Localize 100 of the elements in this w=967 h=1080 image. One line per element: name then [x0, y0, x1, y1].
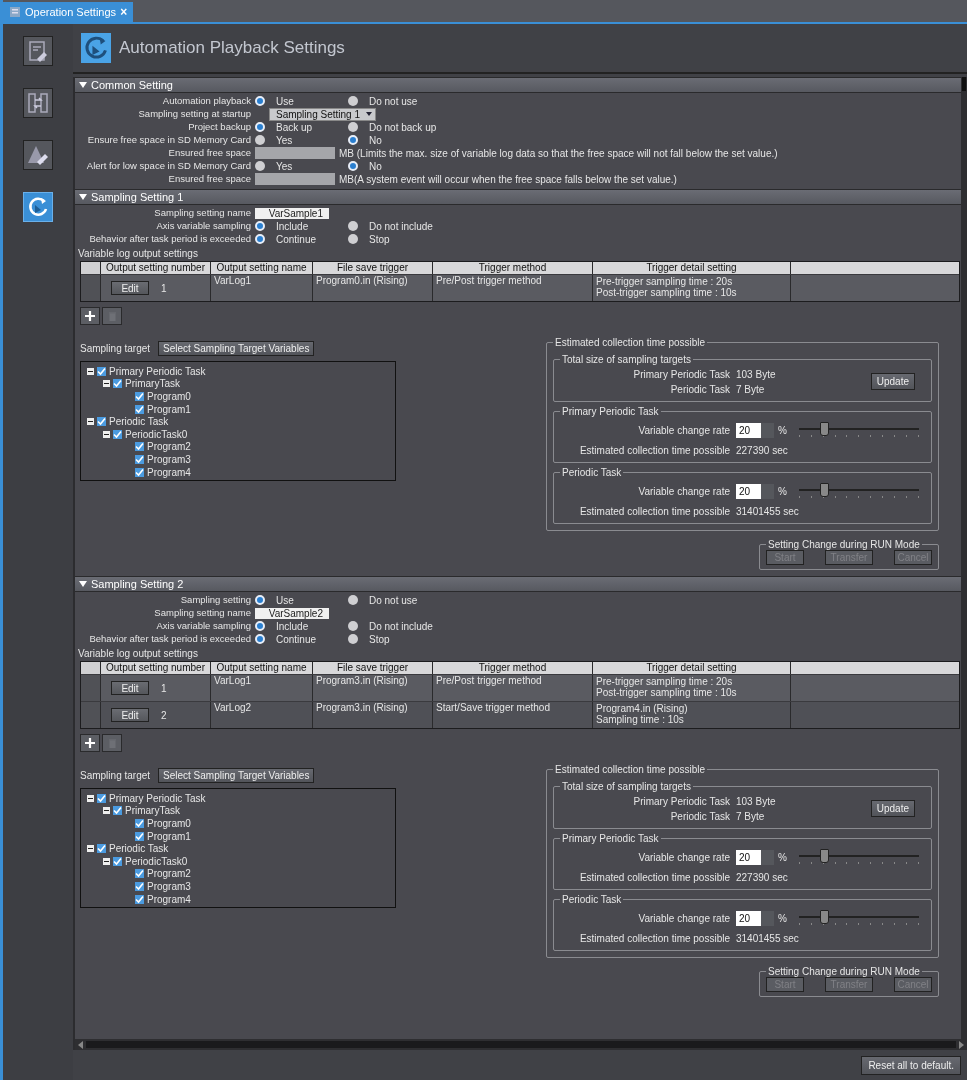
- collapse-icon[interactable]: [103, 807, 110, 815]
- update-button[interactable]: Update: [870, 799, 915, 817]
- edit-button[interactable]: Edit: [111, 681, 149, 695]
- vertical-scrollbar[interactable]: [961, 77, 967, 1039]
- radio-icon[interactable]: [348, 234, 358, 244]
- collapse-icon[interactable]: [103, 857, 110, 865]
- checkbox[interactable]: [97, 417, 106, 427]
- dropdown-arrow-icon[interactable]: [365, 112, 372, 116]
- slider[interactable]: [798, 485, 919, 498]
- sidebar-button[interactable]: [23, 88, 53, 118]
- slider[interactable]: [798, 851, 919, 864]
- input-field[interactable]: [255, 173, 335, 185]
- tree-item[interactable]: Program1: [147, 830, 191, 842]
- rate-dropdown[interactable]: 20: [736, 850, 774, 865]
- radio-option[interactable]: Continue: [255, 633, 348, 645]
- checkbox[interactable]: [135, 869, 144, 879]
- edit-button[interactable]: Edit: [111, 281, 149, 295]
- radio-option[interactable]: Include: [255, 220, 348, 232]
- radio-option[interactable]: Do not include: [348, 220, 441, 232]
- dropdown[interactable]: Sampling Setting 1: [269, 107, 376, 121]
- radio-icon[interactable]: [348, 96, 358, 106]
- radio-icon[interactable]: [255, 595, 265, 605]
- section-header[interactable]: Sampling Setting 1: [75, 189, 961, 205]
- slider-thumb[interactable]: [819, 483, 829, 497]
- checkbox[interactable]: [135, 454, 144, 464]
- add-button[interactable]: [80, 307, 100, 325]
- tree-item[interactable]: Primary Periodic Task: [109, 792, 206, 804]
- collapse-icon[interactable]: [103, 380, 110, 388]
- tree-item[interactable]: PrimaryTask: [125, 805, 180, 817]
- collapse-icon[interactable]: [87, 794, 94, 802]
- radio-icon[interactable]: [348, 634, 358, 644]
- radio-option[interactable]: Do not use: [348, 594, 441, 606]
- rate-dropdown[interactable]: 20: [736, 911, 774, 926]
- slider-thumb[interactable]: [819, 910, 829, 924]
- radio-option[interactable]: No: [348, 160, 441, 172]
- tree-item[interactable]: Program4: [147, 893, 191, 905]
- radio-option[interactable]: No: [348, 134, 441, 146]
- tree-item[interactable]: Primary Periodic Task: [109, 365, 206, 377]
- radio-icon[interactable]: [255, 621, 265, 631]
- radio-option[interactable]: Stop: [348, 633, 441, 645]
- rate-dropdown[interactable]: 20: [736, 423, 774, 438]
- radio-icon[interactable]: [255, 122, 265, 132]
- radio-option[interactable]: Use: [255, 594, 348, 606]
- checkbox[interactable]: [135, 894, 144, 904]
- radio-icon[interactable]: [255, 221, 265, 231]
- radio-option[interactable]: Continue: [255, 233, 348, 245]
- radio-option[interactable]: Yes: [255, 160, 348, 172]
- radio-icon[interactable]: [255, 634, 265, 644]
- collapse-icon[interactable]: [87, 845, 94, 853]
- edit-button[interactable]: Edit: [111, 708, 149, 722]
- radio-option[interactable]: Back up: [255, 121, 348, 133]
- radio-option[interactable]: Do not use: [348, 95, 441, 107]
- radio-option[interactable]: Use: [255, 95, 348, 107]
- reset-button[interactable]: Reset all to default.: [861, 1055, 961, 1075]
- checkbox[interactable]: [135, 442, 144, 452]
- radio-icon[interactable]: [348, 122, 358, 132]
- tree-item[interactable]: PeriodicTask0: [125, 855, 188, 867]
- tree-item[interactable]: Program0: [147, 391, 191, 402]
- checkbox[interactable]: [113, 856, 122, 866]
- radio-icon[interactable]: [255, 135, 265, 145]
- radio-option[interactable]: Stop: [348, 233, 441, 245]
- select-variables-button[interactable]: Select Sampling Target Variables: [158, 341, 315, 356]
- tree-item[interactable]: Periodic Task: [109, 843, 169, 855]
- radio-icon[interactable]: [348, 595, 358, 605]
- select-variables-button[interactable]: Select Sampling Target Variables: [158, 768, 315, 783]
- tree-item[interactable]: PeriodicTask0: [125, 428, 188, 440]
- section-header[interactable]: Sampling Setting 2: [75, 576, 961, 592]
- slider[interactable]: [798, 424, 919, 437]
- checkbox[interactable]: [113, 429, 122, 439]
- slider-thumb[interactable]: [819, 849, 829, 863]
- tree-item[interactable]: Program3: [147, 453, 191, 465]
- checkbox[interactable]: [113, 806, 122, 816]
- radio-icon[interactable]: [348, 221, 358, 231]
- checkbox[interactable]: [135, 467, 144, 477]
- radio-option[interactable]: Do not back up: [348, 121, 441, 133]
- radio-icon[interactable]: [255, 161, 265, 171]
- radio-option[interactable]: Include: [255, 620, 348, 632]
- slider-thumb[interactable]: [819, 422, 829, 436]
- sidebar-button[interactable]: [23, 36, 53, 66]
- collapse-icon[interactable]: [103, 430, 110, 438]
- expand-triangle-icon[interactable]: [79, 194, 87, 200]
- checkbox[interactable]: [113, 379, 122, 389]
- expand-triangle-icon[interactable]: [79, 82, 87, 88]
- radio-icon[interactable]: [348, 161, 358, 171]
- input-field[interactable]: [255, 147, 335, 159]
- checkbox[interactable]: [97, 366, 106, 376]
- radio-option[interactable]: Do not include: [348, 620, 441, 632]
- slider[interactable]: [798, 912, 919, 925]
- input-field[interactable]: VarSample1: [255, 207, 329, 219]
- radio-icon[interactable]: [255, 234, 265, 244]
- tree-item[interactable]: Periodic Task: [109, 416, 169, 428]
- add-button[interactable]: [80, 734, 100, 752]
- tree-item[interactable]: Program2: [147, 868, 191, 880]
- radio-icon[interactable]: [348, 621, 358, 631]
- tree-item[interactable]: PrimaryTask: [125, 378, 180, 390]
- update-button[interactable]: Update: [870, 372, 915, 390]
- checkbox[interactable]: [135, 404, 144, 414]
- collapse-icon[interactable]: [87, 418, 94, 426]
- tree-item[interactable]: Program4: [147, 466, 191, 478]
- rate-dropdown[interactable]: 20: [736, 484, 774, 499]
